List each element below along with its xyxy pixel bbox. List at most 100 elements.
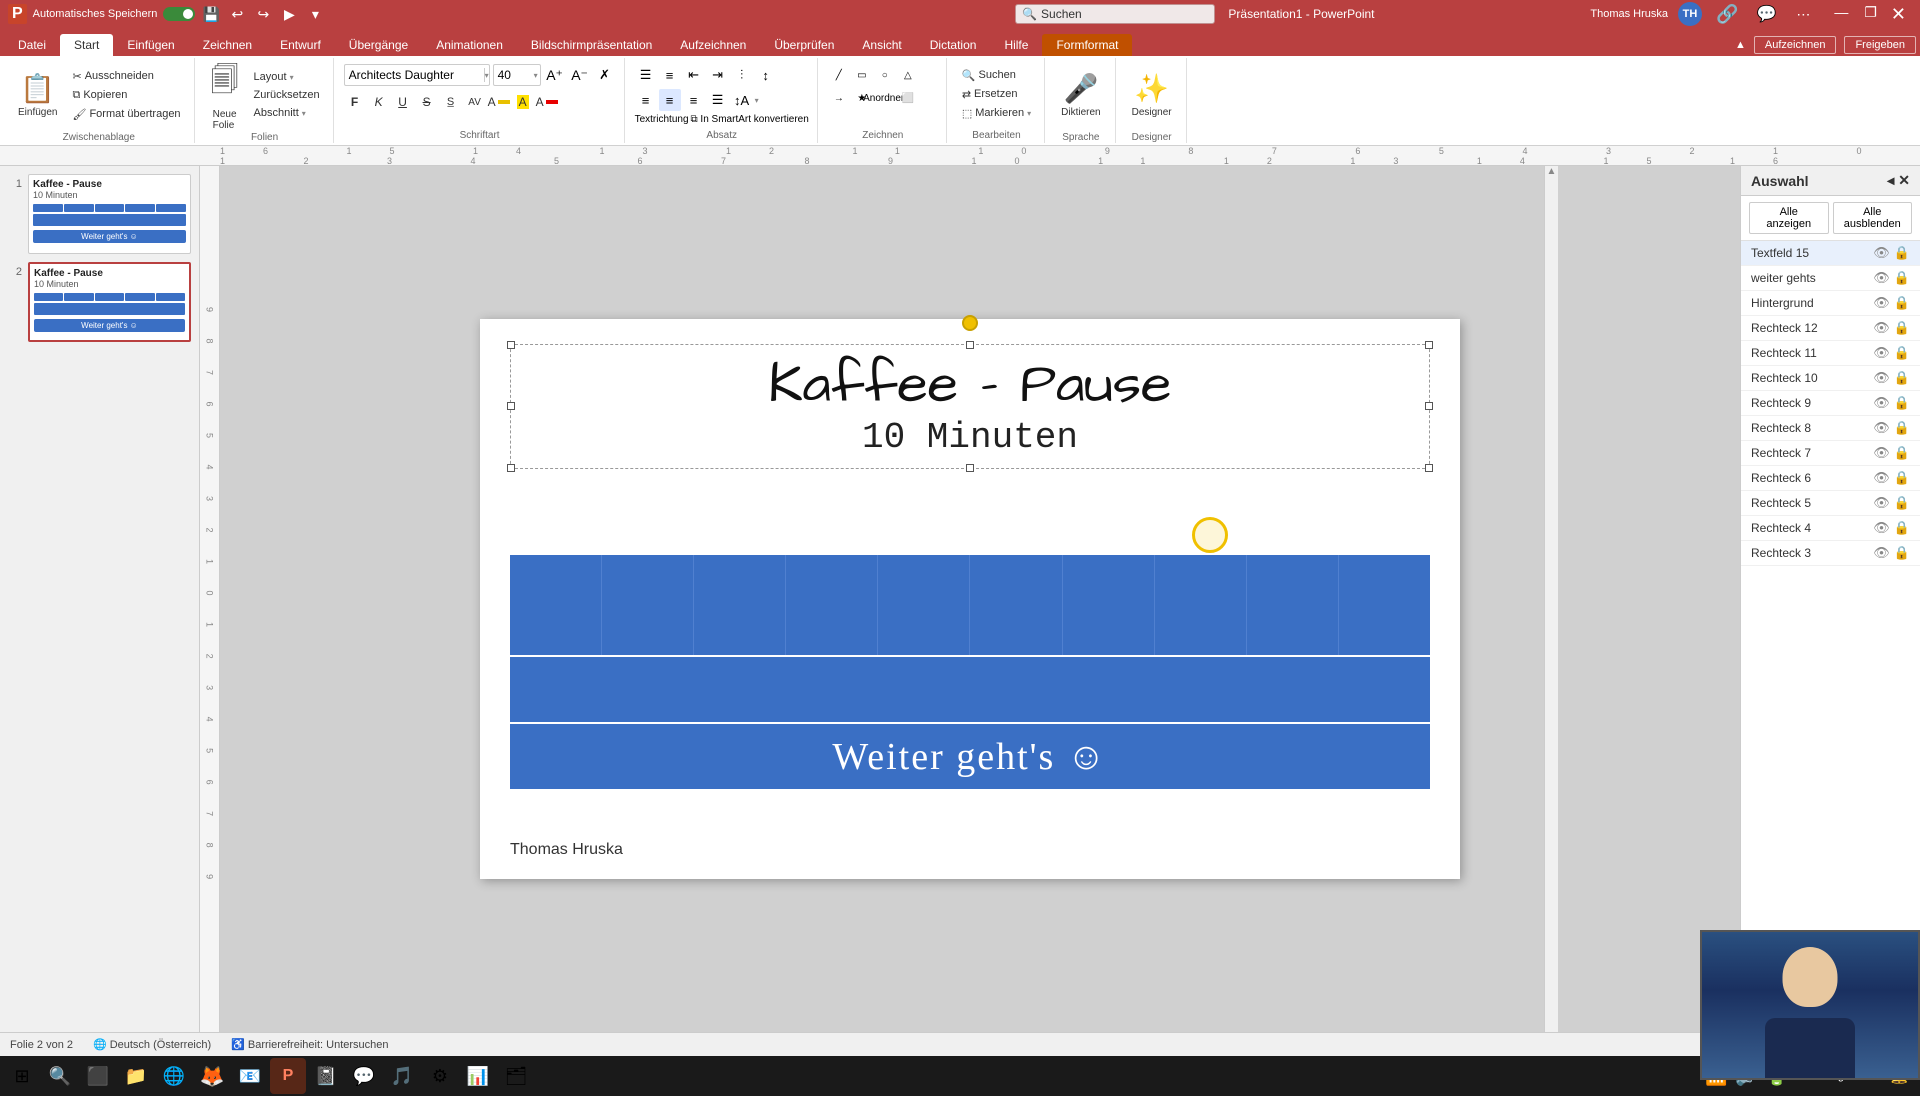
decrease-indent-btn[interactable]: ⇤ [683,64,705,86]
share-icon[interactable]: 🔗 [1712,4,1742,25]
panel-item-rechteck8[interactable]: Rechteck 8 👁 🔒 [1741,416,1920,441]
tab-zeichnen[interactable]: Zeichnen [189,34,266,56]
tab-datei[interactable]: Datei [4,34,60,56]
designer-btn[interactable]: ✨ Designer [1126,60,1178,130]
lock-icon-rechteck11[interactable]: 🔒 [1894,345,1910,361]
panel-collapse-btn[interactable]: ◂ [1887,172,1894,189]
underline-btn[interactable]: U [392,91,414,113]
more-qa-btn[interactable]: ▾ [305,4,325,24]
comment-icon[interactable]: 💬 [1752,4,1780,24]
scroll-up[interactable]: ▲ [1547,166,1557,177]
lock-icon-hintergrund[interactable]: 🔒 [1894,295,1910,311]
handle-tm[interactable] [966,341,974,349]
neue-folie-large[interactable]: 🗐 NeueFolie [205,60,245,130]
anordnen-btn[interactable]: Anordnen [874,87,896,109]
ersetzen-btn[interactable]: ⇄ Ersetzen [957,86,1036,103]
layout-btn[interactable]: Layout ▾ [249,69,325,85]
handle-mr[interactable] [1425,402,1433,410]
panel-item-rechteck12[interactable]: Rechteck 12 👁 🔒 [1741,316,1920,341]
accessibility-status[interactable]: ♿ Barrierefreiheit: Untersuchen [231,1038,388,1051]
font-size-selector[interactable]: 40 ▾ [493,64,541,86]
restore-btn[interactable]: ❐ [1856,4,1885,25]
tab-animationen[interactable]: Animationen [422,34,517,56]
search-input[interactable] [1041,7,1208,21]
lock-icon-rechteck7[interactable]: 🔒 [1894,445,1910,461]
panel-item-rechteck3[interactable]: Rechteck 3 👁 🔒 [1741,541,1920,566]
slide-canvas[interactable]: Kaffee - Pause 10 Minuten [480,319,1460,879]
shape-line-btn[interactable]: ╱ [828,64,850,86]
font-name[interactable]: Architects Daughter [345,68,485,82]
redo-qa-btn[interactable]: ↪ [253,4,273,24]
visibility-icon-weitergehts[interactable]: 👁 [1873,270,1890,286]
text-box-selected[interactable]: Kaffee - Pause 10 Minuten [510,344,1430,469]
freigeben-btn[interactable]: Freigeben [1844,36,1916,54]
tab-bildschirm[interactable]: Bildschirmpräsentation [517,34,666,56]
tab-ansicht[interactable]: Ansicht [848,34,915,56]
tab-uebergaenge[interactable]: Übergänge [335,34,422,56]
bullet-list-btn[interactable]: ☰ [635,64,657,86]
present-qa-btn[interactable]: ▶ [279,4,299,24]
handle-bl[interactable] [507,464,515,472]
align-center-btn[interactable]: ≡ [659,89,681,111]
save-qa-btn[interactable]: 💾 [201,4,221,24]
panel-item-rechteck11[interactable]: Rechteck 11 👁 🔒 [1741,341,1920,366]
lock-icon-rechteck4[interactable]: 🔒 [1894,520,1910,536]
tab-aufzeichnen[interactable]: Aufzeichnen [666,34,760,56]
lock-icon-rechteck5[interactable]: 🔒 [1894,495,1910,511]
tab-ueberpruefen[interactable]: Überprüfen [760,34,848,56]
onenote-btn[interactable]: 📓 [308,1058,344,1094]
tab-hilfe[interactable]: Hilfe [990,34,1042,56]
abschnitt-btn[interactable]: Abschnitt ▾ [249,105,325,121]
lock-icon-weitergehts[interactable]: 🔒 [1894,270,1910,286]
diktieren-btn[interactable]: 🎤 Diktieren [1055,60,1106,130]
schnellformat-btn[interactable]: ⬜ [897,87,919,109]
language-status[interactable]: 🌐 Deutsch (Österreich) [93,1038,211,1051]
more-options-icon[interactable]: ⋯ [1790,6,1816,23]
align-left-btn[interactable]: ≡ [635,89,657,111]
highlight-btn[interactable]: A [512,91,534,113]
bold-btn[interactable]: F [344,91,366,113]
slide-img-2[interactable]: Kaffee - Pause 10 Minuten Weiter geht's … [28,262,191,342]
lock-icon-textfeld15[interactable]: 🔒 [1894,245,1910,261]
search-taskbar-btn[interactable]: 🔍 [42,1058,78,1094]
lock-icon-rechteck9[interactable]: 🔒 [1894,395,1910,411]
einfuegen-large[interactable]: 📋 Einfügen [12,60,63,130]
handle-br[interactable] [1425,464,1433,472]
einfuegen-btn-large[interactable]: 📋 Einfügen [12,60,63,130]
visibility-icon-rechteck4[interactable]: 👁 [1873,520,1890,536]
handle-bm[interactable] [966,464,974,472]
panel-item-rechteck7[interactable]: Rechteck 7 👁 🔒 [1741,441,1920,466]
visibility-icon-rechteck7[interactable]: 👁 [1873,445,1890,461]
undo-qa-btn[interactable]: ↩ [227,4,247,24]
neue-folie-btn[interactable]: 🗐 NeueFolie [205,60,245,130]
char-spacing-btn[interactable]: AV [464,91,486,113]
aufzeichnen-btn[interactable]: Aufzeichnen [1754,36,1837,54]
handle-ml[interactable] [507,402,515,410]
increase-indent-btn[interactable]: ⇥ [707,64,729,86]
shadow-btn[interactable]: S̲ [440,91,462,113]
panel-close-btn[interactable]: ✕ [1898,172,1910,189]
lock-icon-rechteck10[interactable]: 🔒 [1894,370,1910,386]
handle-tl[interactable] [507,341,515,349]
shape-arrow-btn[interactable]: → [828,87,850,109]
zuruecksetzen-btn[interactable]: Zurücksetzen [249,87,325,103]
panel-item-rechteck6[interactable]: Rechteck 6 👁 🔒 [1741,466,1920,491]
font-selector[interactable]: Architects Daughter ▾ [344,64,490,86]
visibility-icon-rechteck8[interactable]: 👁 [1873,420,1890,436]
markieren-btn[interactable]: ⬚ Markieren ▾ [957,105,1036,122]
start-btn[interactable]: ⊞ [4,1058,40,1094]
clear-format-btn[interactable]: ✗ [594,64,616,86]
text-color-btn[interactable]: A [536,91,558,113]
font-size[interactable]: 40 [494,68,534,82]
kopieren-btn[interactable]: ⧉ Kopieren [67,87,185,104]
taskview-btn[interactable]: ⬛ [80,1058,116,1094]
columns-btn[interactable]: ⫶ [731,64,753,86]
teams-btn[interactable]: 💬 [346,1058,382,1094]
lock-icon-rechteck12[interactable]: 🔒 [1894,320,1910,336]
outlook-btn[interactable]: 📧 [232,1058,268,1094]
visibility-icon-rechteck12[interactable]: 👁 [1873,320,1890,336]
autosave-toggle[interactable] [163,7,195,21]
rotate-handle[interactable] [962,315,978,331]
font-color-btn[interactable]: A [488,91,510,113]
visibility-icon-rechteck6[interactable]: 👁 [1873,470,1890,486]
